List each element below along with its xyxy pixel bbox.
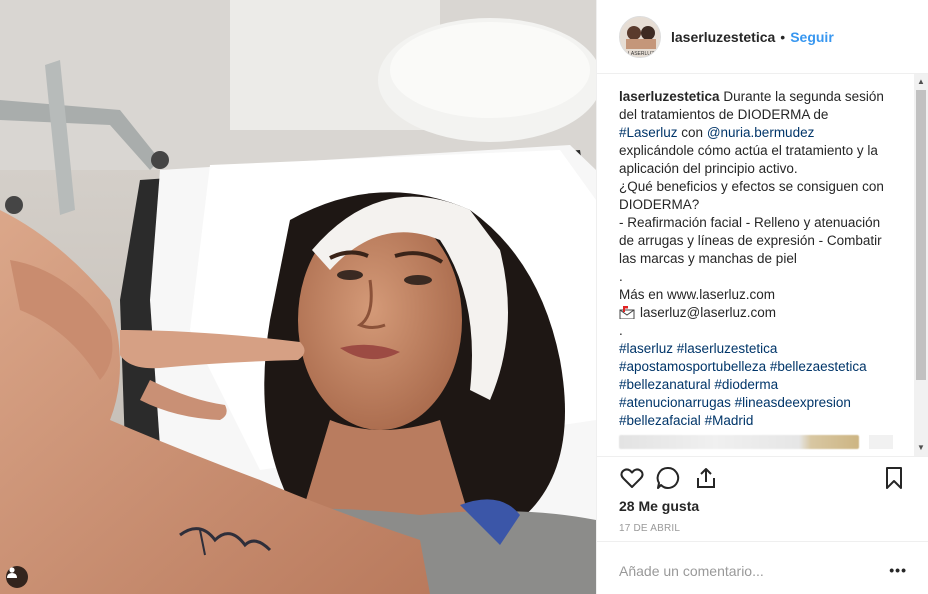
avatar[interactable]: LASERLUZ xyxy=(619,15,661,58)
scrollbar-thumb[interactable] xyxy=(916,90,926,380)
mailbox-icon xyxy=(619,306,635,320)
caption-text: Durante la segunda sesión xyxy=(723,89,884,104)
caption-text: . xyxy=(619,323,623,338)
share-icon[interactable] xyxy=(693,465,719,491)
caption-text: las marcas y manchas de piel xyxy=(619,251,797,266)
hashtag-link[interactable]: #bellezaestetica xyxy=(770,359,867,374)
person-tag-icon[interactable] xyxy=(6,566,28,588)
hashtag-link[interactable]: #atenucionarrugas xyxy=(619,395,731,410)
photo-illustration xyxy=(0,0,596,594)
caption-text: explicándole cómo actúa el tratamiento y… xyxy=(619,143,878,158)
header-username[interactable]: laserluzestetica xyxy=(671,29,775,45)
avatar-image: LASERLUZ xyxy=(620,16,660,57)
comment-input[interactable]: Añade un comentario... xyxy=(619,563,764,579)
avatar-logo-text: LASERLUZ xyxy=(628,51,654,57)
comment-input-area: Añade un comentario... ••• xyxy=(597,541,928,594)
hashtag-link[interactable]: #laserluzestetica xyxy=(677,341,778,356)
hashtag-link[interactable]: #apostamosportubelleza xyxy=(619,359,766,374)
action-bar xyxy=(597,456,928,496)
separator-dot: • xyxy=(780,28,786,45)
caption-text: ¿Qué beneficios y efectos se consiguen c… xyxy=(619,179,884,194)
heart-icon[interactable] xyxy=(619,465,645,491)
caption-text: DIODERMA? xyxy=(619,197,700,212)
hashtag-link[interactable]: #bellezanatural xyxy=(619,377,711,392)
mention-link[interactable]: @nuria.bermudez xyxy=(707,125,815,140)
caption-text: con xyxy=(677,125,707,140)
hashtag-link[interactable]: #lineasdeexpresion xyxy=(735,395,851,410)
more-options-icon[interactable]: ••• xyxy=(889,562,907,578)
follow-button[interactable]: Seguir xyxy=(790,29,834,45)
hashtag-link[interactable]: #Laserluz xyxy=(619,125,678,140)
caption-text: de arrugas y líneas de expresión - Comba… xyxy=(619,233,882,248)
caption-text: Más en www.laserluz.com xyxy=(619,287,776,302)
scroll-down-arrow-icon[interactable]: ▼ xyxy=(916,442,926,454)
comments-area[interactable]: laserluzestetica Durante la segunda sesi… xyxy=(597,74,928,456)
comment-icon[interactable] xyxy=(655,465,681,491)
post-side-panel: LASERLUZ laserluzestetica • Seguir laser… xyxy=(596,0,928,594)
blurred-comment xyxy=(619,435,859,449)
caption-text: aplicación del principio activo. xyxy=(619,161,798,176)
comments-scrollbar[interactable]: ▲ ▼ xyxy=(914,74,928,456)
hashtag-link[interactable]: #bellezafacial xyxy=(619,413,701,428)
likes-count[interactable]: 28 Me gusta xyxy=(619,498,699,514)
hashtag-link[interactable]: #Madrid xyxy=(705,413,754,428)
caption-text: . xyxy=(619,269,623,284)
post-caption: laserluzestetica Durante la segunda sesi… xyxy=(619,88,895,430)
caption-email: laserluz@laserluz.com xyxy=(640,305,776,320)
hashtag-link[interactable]: #laserluz xyxy=(619,341,673,356)
caption-text: - Reafirmación facial - Relleno y atenua… xyxy=(619,215,881,230)
hashtag-link[interactable]: #dioderma xyxy=(714,377,778,392)
blurred-comment-fragment xyxy=(869,435,893,449)
scroll-up-arrow-icon[interactable]: ▲ xyxy=(916,76,926,88)
post-header: LASERLUZ laserluzestetica • Seguir xyxy=(597,0,928,74)
post-photo[interactable] xyxy=(0,0,596,594)
bookmark-icon[interactable] xyxy=(881,465,907,491)
person-tag-glyph xyxy=(7,567,17,578)
post-date[interactable]: 17 DE ABRIL xyxy=(619,523,680,534)
caption-username[interactable]: laserluzestetica xyxy=(619,89,720,104)
instagram-post: LASERLUZ laserluzestetica • Seguir laser… xyxy=(0,0,928,594)
caption-text: del tratamientos de DIODERMA de xyxy=(619,107,829,122)
